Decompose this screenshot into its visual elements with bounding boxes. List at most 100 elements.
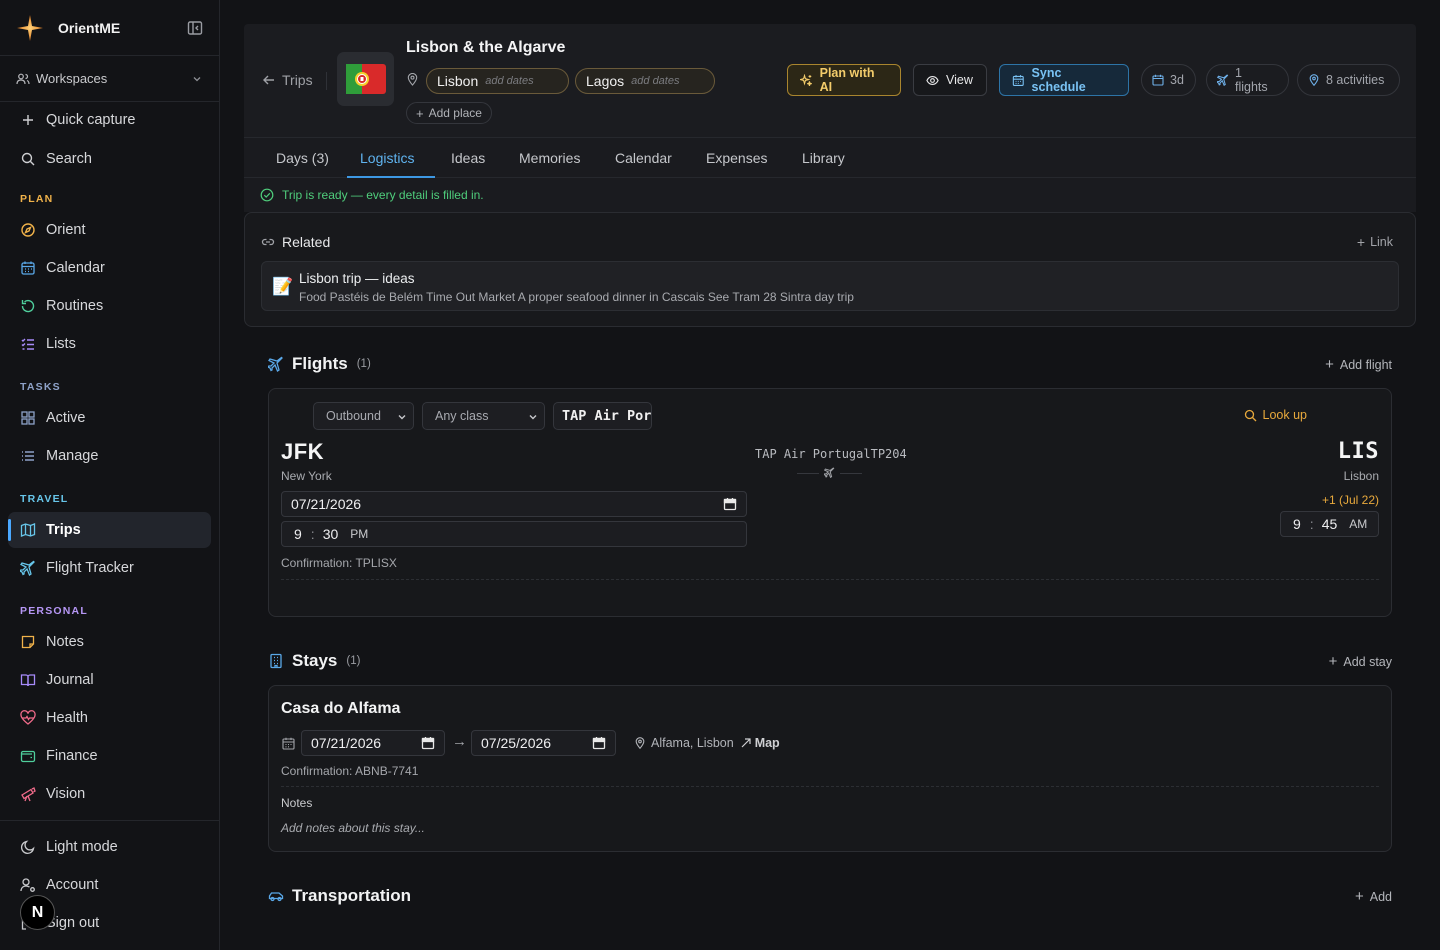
memo-icon: 📝 <box>272 277 294 296</box>
tab-ideas[interactable]: Ideas <box>451 138 485 178</box>
departure-date-input[interactable]: 07/21/2026 <box>281 491 747 517</box>
tab-library[interactable]: Library <box>802 138 845 178</box>
airline-input[interactable]: TAP Air Portugal <box>553 402 652 430</box>
place-chip-lagos[interactable]: Lagos add dates <box>575 68 715 94</box>
sidebar-item-calendar[interactable]: Calendar <box>8 250 211 286</box>
sidebar-item-routines[interactable]: Routines <box>8 288 211 324</box>
map-icon <box>20 523 36 537</box>
add-link-button[interactable]: + Link <box>1357 234 1393 250</box>
check-in-date-value: 07/21/2026 <box>311 735 382 751</box>
tab-expenses[interactable]: Expenses <box>706 138 767 178</box>
trip-cover-flag[interactable] <box>337 52 394 106</box>
sidebar-item-orient[interactable]: Orient <box>8 212 211 248</box>
tab-days[interactable]: Days (3) <box>276 138 329 178</box>
stay-notes-input[interactable]: Add notes about this stay... <box>281 821 425 835</box>
date-range-arrow: → <box>452 733 467 750</box>
activities-count-pill[interactable]: 8 activities <box>1297 64 1400 96</box>
arrival-airport-code[interactable]: LIS <box>1338 439 1379 464</box>
related-item-snippet: Food Pastéis de Belém Time Out Market A … <box>299 290 854 304</box>
sidebar-item-trips[interactable]: Trips <box>8 512 211 548</box>
plan-with-ai-label: Plan with AI <box>819 66 875 94</box>
trip-tabs: Days (3) Logistics Ideas Memories Calend… <box>244 137 1416 178</box>
departure-city: New York <box>281 469 332 483</box>
sidebar-item-finance[interactable]: Finance <box>8 738 211 774</box>
avatar[interactable]: N <box>20 895 55 930</box>
calendar-icon[interactable] <box>421 736 435 750</box>
back-to-trips-link[interactable]: Trips <box>262 72 313 88</box>
time-separator: : <box>310 526 315 542</box>
arrival-minute: 45 <box>1321 516 1338 532</box>
view-button[interactable]: View <box>913 64 987 96</box>
sidebar-item-vision[interactable]: Vision <box>8 776 211 812</box>
tab-calendar[interactable]: Calendar <box>615 138 672 178</box>
add-transportation-label: Add <box>1369 889 1392 904</box>
check-out-date-input[interactable]: 07/25/2026 <box>471 730 616 756</box>
departure-time-input[interactable]: 9 : 30 PM <box>281 521 747 547</box>
sidebar-item-flight-tracker[interactable]: Flight Tracker <box>8 550 211 586</box>
add-stay-button[interactable]: + Add stay <box>1329 653 1392 670</box>
sidebar-item-journal[interactable]: Journal <box>8 662 211 698</box>
time-separator: : <box>1309 516 1314 532</box>
search-icon <box>21 152 35 166</box>
related-item[interactable]: 📝 Lisbon trip — ideas Food Pastéis de Be… <box>261 261 1399 311</box>
brand-header: OrientME <box>0 0 219 56</box>
flight-direction-select[interactable]: Outbound <box>313 402 414 430</box>
place-add-dates[interactable]: add dates <box>631 75 679 87</box>
departure-airport-code[interactable]: JFK <box>281 439 324 465</box>
light-mode-toggle[interactable]: Light mode <box>8 829 211 865</box>
add-transportation-button[interactable]: + Add <box>1355 888 1392 905</box>
search-button[interactable]: Search <box>8 141 211 177</box>
flight-direction-value: Outbound <box>326 409 381 423</box>
section-label-personal: PERSONAL <box>20 605 88 617</box>
sidebar-item-lists[interactable]: Lists <box>8 326 211 362</box>
check-out-date-value: 07/25/2026 <box>481 735 552 751</box>
chevron-down-icon <box>398 415 406 420</box>
sidebar-item-label: Account <box>46 877 99 893</box>
sidebar: OrientME Workspaces Quick capture Search… <box>0 0 220 950</box>
wallet-icon <box>20 750 36 763</box>
tab-memories[interactable]: Memories <box>519 138 580 178</box>
calendar-icon[interactable] <box>592 736 606 750</box>
sidebar-item-health[interactable]: Health <box>8 700 211 736</box>
grid-icon <box>21 411 35 425</box>
airline-flight-number: TAP Air PortugalTP204 <box>755 447 907 461</box>
look-up-button[interactable]: Look up <box>1244 408 1307 422</box>
flight-class-select[interactable]: Any class <box>422 402 545 430</box>
portugal-flag-icon <box>345 64 386 94</box>
eye-icon <box>926 75 939 85</box>
quick-capture-button[interactable]: Quick capture <box>8 102 211 138</box>
add-link-label: Link <box>1370 235 1393 249</box>
flights-count-pill[interactable]: 1 flights <box>1206 64 1289 96</box>
sidebar-item-manage[interactable]: Manage <box>8 438 211 474</box>
user-settings-icon <box>20 878 35 892</box>
sidebar-item-label: Vision <box>46 786 86 802</box>
flight-card: Outbound Any class TAP Air Portugal Look… <box>268 388 1392 617</box>
tab-logistics[interactable]: Logistics <box>360 138 414 178</box>
sidebar-item-notes[interactable]: Notes <box>8 624 211 660</box>
plus-icon: + <box>1328 653 1338 670</box>
stay-name[interactable]: Casa do Alfama <box>281 700 400 718</box>
plan-with-ai-button[interactable]: Plan with AI <box>787 64 901 96</box>
add-place-button[interactable]: + Add place <box>406 102 492 124</box>
book-open-icon <box>20 674 36 687</box>
calendar-icon <box>282 737 295 750</box>
related-header: Related <box>261 234 330 250</box>
sidebar-collapse-icon[interactable] <box>187 20 203 36</box>
sidebar-item-label: Active <box>46 410 86 426</box>
place-chip-lisbon[interactable]: Lisbon add dates <box>426 68 569 94</box>
place-add-dates[interactable]: add dates <box>485 75 533 87</box>
trip-title[interactable]: Lisbon & the Algarve <box>406 39 565 57</box>
add-flight-button[interactable]: + Add flight <box>1325 356 1392 373</box>
days-count-pill[interactable]: 3d <box>1141 64 1196 96</box>
sidebar-item-label: Notes <box>46 634 84 650</box>
arrival-time-input[interactable]: 9 : 45 AM <box>1280 511 1379 537</box>
open-map-link[interactable]: Map <box>740 736 780 750</box>
sidebar-item-active[interactable]: Active <box>8 400 211 436</box>
calendar-icon[interactable] <box>723 497 737 511</box>
workspaces-dropdown[interactable]: Workspaces <box>0 56 219 102</box>
compass-star-logo-icon <box>17 14 43 41</box>
check-in-date-input[interactable]: 07/21/2026 <box>301 730 445 756</box>
arrival-day-offset: +1 (Jul 22) <box>1321 493 1379 507</box>
flights-count: (1) <box>356 358 371 370</box>
sync-schedule-button[interactable]: Sync schedule <box>999 64 1129 96</box>
